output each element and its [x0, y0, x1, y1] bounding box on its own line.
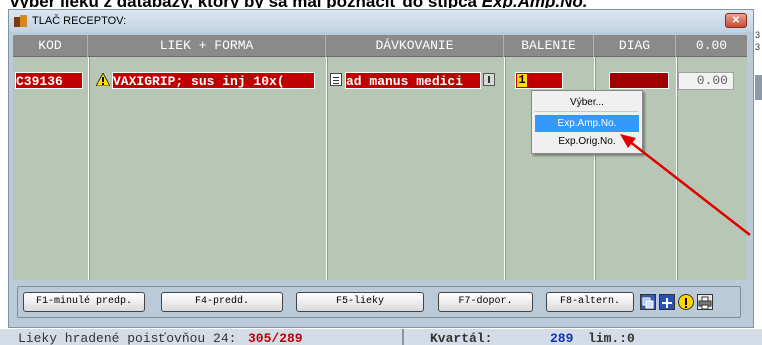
top-instruction-text: výber lieku z databázy, ktorý by sa mal … — [10, 0, 762, 8]
lieky-label: Lieky hradené poisťovňou 24: — [18, 331, 237, 345]
top-text-middle: ktorý by sa mal poznačiť — [198, 0, 398, 8]
menu-item-vyber[interactable]: Výber... — [535, 94, 639, 111]
row-balenie-cell[interactable]: 1 — [515, 72, 563, 89]
info-square-icon[interactable] — [483, 73, 495, 86]
menu-item-exp-amp-no[interactable]: Exp.Amp.No. — [535, 115, 639, 132]
col-balenie[interactable]: BALENIE — [504, 35, 594, 57]
f1-previous-prescriptions-button[interactable]: F1-minulé predp. — [23, 292, 145, 312]
row-kod-cell[interactable]: C39136 — [15, 72, 83, 89]
f8-altern-button[interactable]: F8-altern. — [546, 292, 634, 312]
context-menu: Výber... Exp.Amp.No. Exp.Orig.No. — [531, 90, 643, 154]
copy-icon[interactable] — [640, 294, 656, 310]
top-text-left: výber lieku z databázy, — [10, 0, 198, 8]
f4-predd-button[interactable]: F4-predd. — [161, 292, 283, 312]
status-strip: Lieky hradené poisťovňou 24: 305/289 Kva… — [0, 329, 762, 345]
right-edge-char-a: 3 — [755, 30, 761, 40]
row-diag-cell[interactable] — [609, 72, 669, 89]
kvartal-value: 289 — [550, 331, 574, 345]
col-liek-forma[interactable]: LIEK + FORMA — [88, 35, 326, 57]
title-bar[interactable]: TLAČ RECEPTOV: ✕ — [9, 10, 753, 32]
right-edge-scroll-fragment — [755, 75, 762, 100]
button-bar: F1-minulé predp. F4-predd. F5-lieky F7-d… — [13, 280, 747, 320]
printer-icon[interactable] — [697, 294, 713, 310]
add-icon[interactable] — [659, 294, 675, 310]
warning-circle-icon[interactable] — [678, 294, 694, 310]
lieky-value: 305/289 — [248, 331, 303, 345]
table-header: KOD LIEK + FORMA DÁVKOVANIE BALENIE DIAG… — [13, 35, 747, 57]
f5-lieky-button[interactable]: F5-lieky — [296, 292, 424, 312]
right-edge-char-b: 3 — [755, 42, 761, 52]
note-icon[interactable] — [330, 73, 342, 86]
status-divider — [402, 329, 404, 345]
balenie-value[interactable]: 1 — [517, 74, 527, 87]
menu-separator — [535, 111, 639, 112]
top-text-emph: Exp.Amp.No. — [482, 0, 588, 8]
prescription-window: TLAČ RECEPTOV: ✕ KOD LIEK + FORMA DÁVKOV… — [8, 9, 754, 328]
lim-label: lim.:0 — [588, 331, 635, 345]
row-liek-cell[interactable]: VAXIGRIP; sus inj 10x( — [112, 72, 315, 89]
col-kod[interactable]: KOD — [13, 35, 88, 57]
menu-item-exp-orig-no[interactable]: Exp.Orig.No. — [535, 133, 639, 150]
f7-dopor-button[interactable]: F7-dopor. — [438, 292, 533, 312]
row-davkovanie-cell[interactable]: ad manus medici — [345, 72, 481, 89]
close-button[interactable]: ✕ — [725, 13, 747, 28]
top-text-right: do stĺpca — [398, 0, 482, 8]
books-icon — [14, 15, 28, 27]
warning-icon — [96, 73, 110, 86]
col-davkovanie[interactable]: DÁVKOVANIE — [326, 35, 504, 57]
kvartal-label: Kvartál: — [430, 331, 493, 345]
col-suma: 0.00 — [695, 38, 728, 53]
window-title: TLAČ RECEPTOV: — [32, 15, 127, 27]
row-suma-cell: 0.00 — [678, 72, 734, 90]
col-diag[interactable]: DIAG — [594, 35, 676, 57]
